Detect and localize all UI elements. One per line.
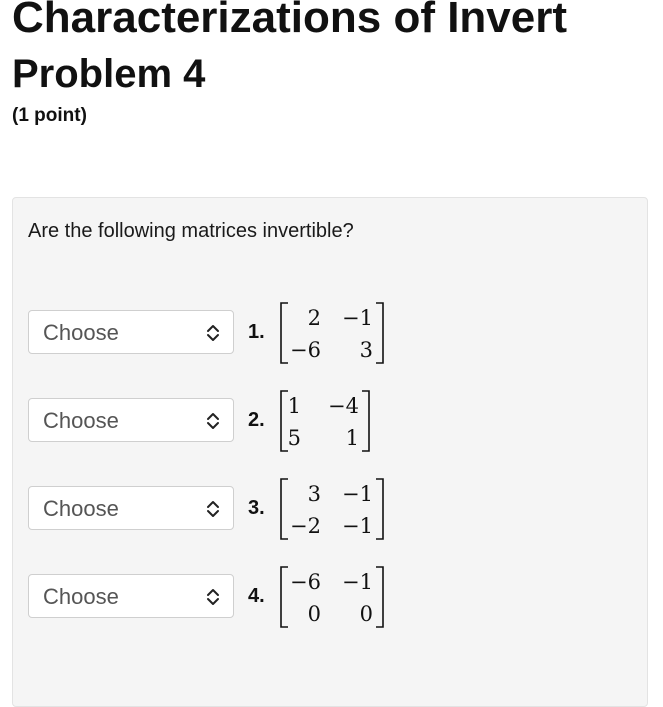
invertible-select-3[interactable]: Choose [28,486,234,530]
matrix-cell: −4 [328,394,359,418]
question-number: 3. [248,497,265,519]
updown-chevron-icon [207,413,219,429]
matrix-cell: −6 [290,570,321,594]
matrix-cell: −1 [342,570,373,594]
matrix: 3 −1 −2 −1 [279,478,385,540]
matrix-cell: 1 [345,426,359,450]
right-bracket [362,390,370,452]
points-label: (1 point) [12,105,87,126]
right-bracket [376,478,384,540]
matrix-cell: −2 [290,514,321,538]
matrix-cell: 5 [287,426,301,450]
matrix-cell: −1 [342,514,373,538]
matrix-cell: 3 [359,338,373,362]
problem-box: Are the following matrices invertible? C… [12,197,648,707]
matrix-cell: 2 [307,306,321,330]
invertible-select-4[interactable]: Choose [28,574,234,618]
question-number: 1. [248,321,265,343]
matrix-cell: −6 [290,338,321,362]
matrix-cell: 1 [287,394,301,418]
matrix-cell: −1 [342,482,373,506]
invertible-select-1[interactable]: Choose [28,310,234,354]
invertible-select-2[interactable]: Choose [28,398,234,442]
updown-chevron-icon [207,325,219,341]
matrix-cell: 0 [307,602,321,626]
select-value: Choose [43,408,119,433]
matrix: 1 −4 5 1 [279,390,385,452]
right-bracket [376,302,384,364]
right-bracket [376,566,384,628]
matrix-cell: −1 [342,306,373,330]
page-title: Characterizations of Invert [12,0,568,42]
question-number: 4. [248,585,265,607]
problem-title: Problem 4 [12,52,206,96]
select-value: Choose [43,320,119,345]
matrix-cell: 0 [359,602,373,626]
problem-prompt: Are the following matrices invertible? [28,220,354,242]
updown-chevron-icon [207,501,219,517]
question-number: 2. [248,409,265,431]
select-value: Choose [43,584,119,609]
matrix: −6 −1 0 0 [279,566,385,628]
matrix-cell: 3 [307,482,321,506]
updown-chevron-icon [207,589,219,605]
matrix: 2 −1 −6 3 [279,302,385,364]
select-value: Choose [43,496,119,521]
